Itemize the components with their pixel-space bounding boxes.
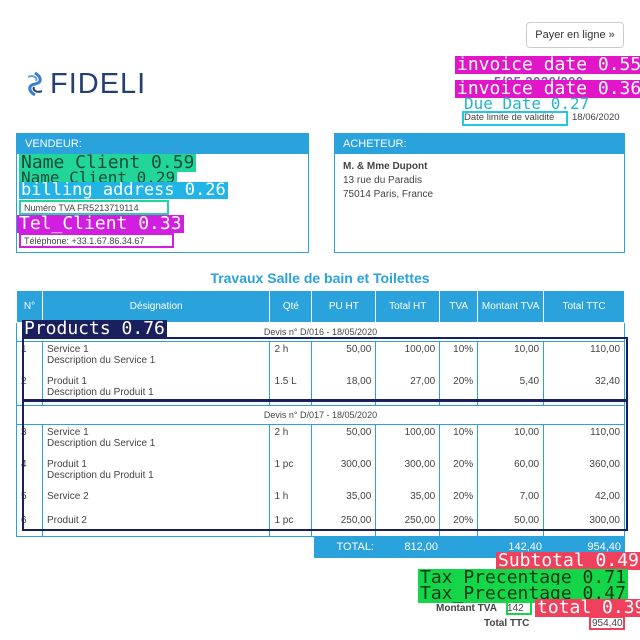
annotation-label: Tel_Client 0.33	[17, 213, 184, 234]
buyer-title: ACHETEUR:	[335, 134, 624, 154]
phone-box	[19, 233, 174, 248]
seller-title: VENDEUR:	[17, 134, 308, 154]
annotation-label: Products 0.76	[22, 318, 167, 339]
col-header-tva: TVA	[439, 290, 479, 323]
totals-tva-spacer	[442, 536, 480, 558]
annotation-label: billing address 0.26	[19, 180, 228, 200]
buyer-address-line2: 75014 Paris, France	[343, 189, 434, 200]
annotation-label: invoice date 0.55	[455, 56, 640, 74]
col-header-total-ht: Total HT	[375, 290, 441, 323]
products-box-1	[22, 337, 628, 401]
company-logo: FIDELI	[22, 68, 146, 100]
col-header-montant-tva: Montant TVA	[477, 290, 545, 323]
col-header-pu-ht: PU HT	[311, 290, 377, 323]
products-box-2	[22, 400, 628, 531]
annotation-label: Due_Date 0.27	[464, 94, 590, 113]
due-date-value: 18/06/2020	[572, 112, 620, 123]
due-date-box	[462, 111, 568, 126]
table-title: Travaux Salle de bain et Toilettes	[210, 270, 430, 286]
col-header-total-ttc: Total TTC	[543, 290, 625, 323]
total-box	[589, 616, 625, 630]
buyer-address-line1: 13 rue du Paradis	[343, 175, 422, 186]
col-header-qty: Qté	[269, 290, 313, 323]
fideli-logo-icon	[27, 71, 43, 97]
summary-total-ttc-label: Total TTC	[484, 618, 530, 629]
buyer-panel: ACHETEUR: M. & Mme Dupont 13 rue du Para…	[334, 133, 625, 253]
totals-ht: 812,00	[378, 536, 442, 558]
annotation-label: total 0.39	[535, 599, 640, 617]
totals-label: TOTAL:	[314, 536, 378, 558]
pay-online-button[interactable]: Payer en ligne »	[526, 22, 624, 48]
logo-text: FIDELI	[50, 67, 147, 100]
summary-montant-tva-label: Montant TVA	[436, 603, 497, 614]
buyer-name: M. & Mme Dupont	[343, 161, 428, 172]
